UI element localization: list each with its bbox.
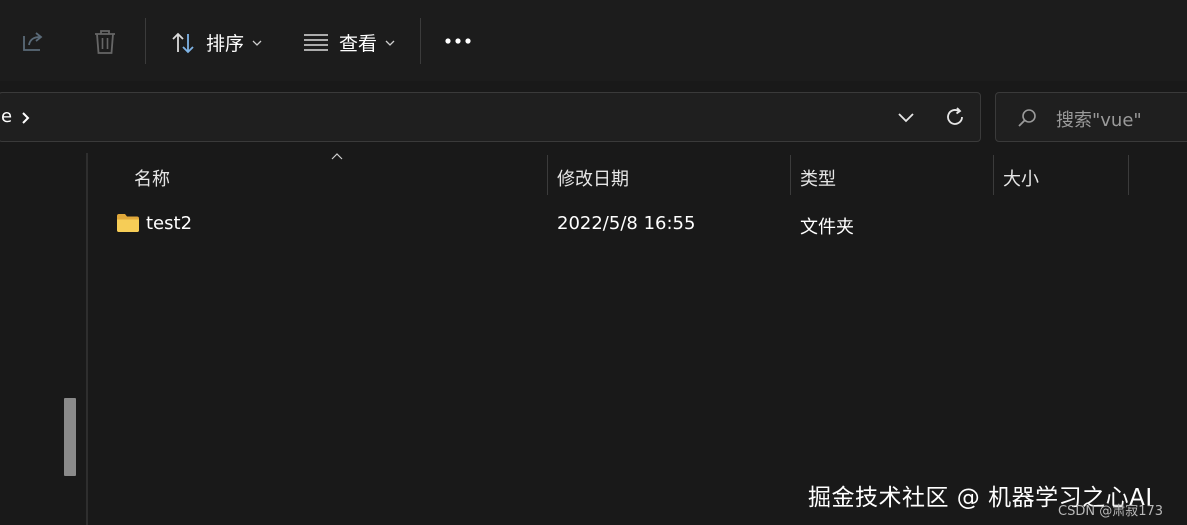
view-button[interactable]: 查看 (303, 29, 395, 56)
breadcrumb-item[interactable]: e (1, 106, 12, 127)
refresh-icon[interactable] (943, 105, 967, 129)
view-list-icon (304, 33, 328, 51)
search-box[interactable]: 搜索"vue" (995, 92, 1187, 142)
column-header-type[interactable]: 类型 (791, 153, 993, 197)
file-type: 文件夹 (800, 217, 854, 238)
chevron-right-icon[interactable] (21, 111, 31, 125)
toolbar-separator (145, 18, 146, 64)
address-row: e 搜索"vue" (0, 81, 1187, 153)
chevron-down-icon (252, 40, 262, 46)
column-header-label: 修改日期 (557, 169, 629, 190)
file-row[interactable]: test2 2022/5/8 16:55 文件夹 (88, 203, 1187, 247)
folder-icon (117, 214, 139, 232)
file-name[interactable]: test2 (146, 213, 192, 234)
column-header-modified[interactable]: 修改日期 (548, 153, 790, 197)
share-icon (23, 32, 43, 51)
column-header-label: 名称 (134, 169, 170, 190)
address-bar[interactable]: e (0, 92, 981, 142)
more-horizontal-icon (445, 38, 471, 44)
chevron-down-icon (385, 40, 395, 46)
column-divider[interactable] (1128, 155, 1129, 195)
column-header-size[interactable]: 大小 (994, 153, 1128, 197)
sort-label: 排序 (206, 33, 245, 55)
search-input[interactable]: 搜索"vue" (1056, 106, 1142, 132)
csdn-watermark: CSDN @肃寂173 (1058, 504, 1164, 519)
sort-arrows-icon (172, 32, 194, 53)
column-header-label: 大小 (1003, 169, 1039, 190)
command-bar: 排序 查看 (0, 0, 1187, 82)
trash-icon (95, 30, 115, 54)
sort-button[interactable]: 排序 (170, 29, 262, 56)
share-button[interactable] (20, 28, 46, 54)
column-header-label: 类型 (800, 169, 836, 190)
toolbar-separator (420, 18, 421, 64)
view-label: 查看 (339, 33, 378, 55)
delete-button[interactable] (92, 28, 118, 56)
search-icon (1018, 109, 1036, 127)
navigation-scrollbar[interactable] (64, 398, 76, 476)
chevron-down-icon[interactable] (897, 111, 915, 123)
file-modified: 2022/5/8 16:55 (557, 213, 696, 234)
column-header-name[interactable]: 名称 (88, 153, 548, 197)
more-button[interactable] (444, 36, 472, 46)
